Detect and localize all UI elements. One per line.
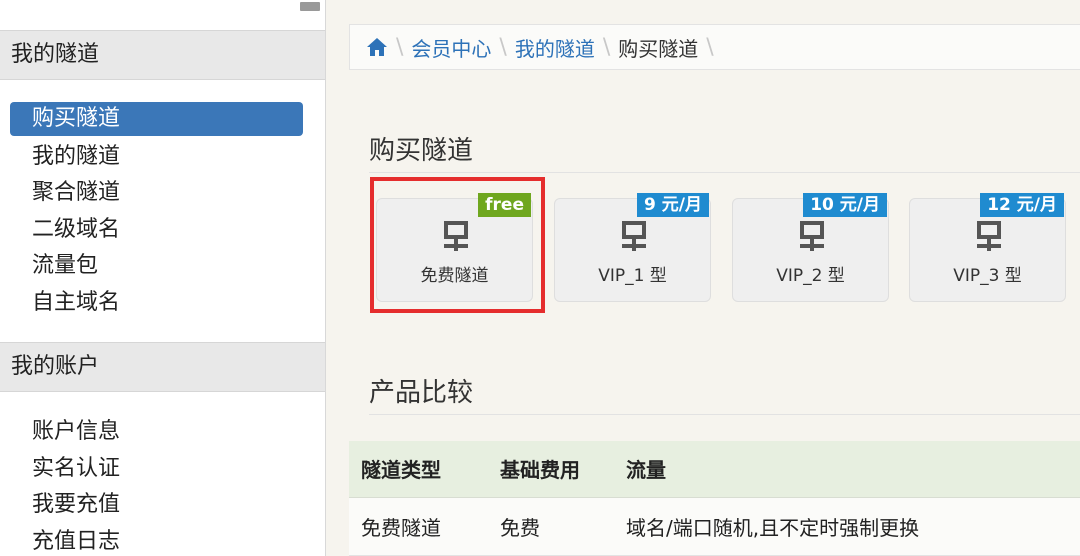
breadcrumb-separator: \ <box>602 34 611 60</box>
column-header-fee: 基础费用 <box>488 441 614 498</box>
table-row: 免费隧道 免费 域名/端口随机,且不定时强制更换 <box>349 497 1080 556</box>
sidebar-item-my-tunnels[interactable]: 我的隧道 <box>10 139 303 176</box>
table-cell: 免费 <box>488 497 614 556</box>
sidebar-item-custom-domain[interactable]: 自主域名 <box>10 285 303 322</box>
home-icon[interactable] <box>366 37 388 57</box>
comparison-table: 隧道类型 基础费用 流量 免费隧道 免费 域名/端口随机,且不定时强制更换 <box>349 441 1080 556</box>
compare-section-title: 产品比较 <box>369 378 474 408</box>
plan-badge: 9 元/月 <box>637 193 709 217</box>
sidebar-tunnels-menu: 购买隧道 我的隧道 聚合隧道 二级域名 流量包 自主域名 <box>0 102 325 321</box>
network-terminal-icon <box>622 221 646 251</box>
sidebar: 我的隧道 购买隧道 我的隧道 聚合隧道 二级域名 流量包 自主域名 我的账户 账… <box>0 0 326 556</box>
plan-badge: free <box>478 193 531 217</box>
breadcrumb-member-center[interactable]: 会员中心 <box>411 33 491 62</box>
breadcrumb-separator: \ <box>396 34 404 60</box>
breadcrumb-separator: \ <box>499 34 507 60</box>
sidebar-item-verification[interactable]: 实名认证 <box>10 451 303 488</box>
column-header-traffic: 流量 <box>614 441 1080 498</box>
plan-badge: 10 元/月 <box>803 193 887 217</box>
sidebar-item-account-info[interactable]: 账户信息 <box>10 414 303 451</box>
plan-label: VIP_1 型 <box>598 266 667 286</box>
sidebar-item-subdomain[interactable]: 二级域名 <box>10 212 303 249</box>
plan-card-vip3[interactable]: 12 元/月 VIP_3 型 <box>909 193 1066 302</box>
plan-card-vip1[interactable]: 9 元/月 VIP_1 型 <box>554 193 711 302</box>
breadcrumb-separator: \ <box>706 34 714 60</box>
breadcrumb-current: 购买隧道 <box>618 36 699 61</box>
divider <box>369 172 1080 173</box>
breadcrumb: \ 会员中心 \ 我的隧道 \ 购买隧道 \ <box>349 24 1080 70</box>
table-cell: 域名/端口随机,且不定时强制更换 <box>614 497 1080 556</box>
plan-card-vip2[interactable]: 10 元/月 VIP_2 型 <box>732 193 889 302</box>
table-header-row: 隧道类型 基础费用 流量 <box>349 441 1080 498</box>
column-header-type: 隧道类型 <box>349 441 488 498</box>
plan-badge: 12 元/月 <box>980 193 1064 217</box>
sidebar-item-recharge-log[interactable]: 充值日志 <box>10 524 303 556</box>
network-terminal-icon <box>444 221 468 251</box>
sidebar-collapse-icon[interactable] <box>300 2 320 11</box>
purchase-section-title: 购买隧道 <box>369 136 474 166</box>
plan-label: 免费隧道 <box>420 266 489 286</box>
divider <box>369 414 1080 415</box>
sidebar-item-buy-tunnel[interactable]: 购买隧道 <box>10 102 303 136</box>
sidebar-section-tunnels-title: 我的隧道 <box>0 30 325 80</box>
plan-label: VIP_2 型 <box>776 266 845 286</box>
sidebar-account-menu: 账户信息 实名认证 我要充值 充值日志 <box>0 414 325 556</box>
breadcrumb-my-tunnels[interactable]: 我的隧道 <box>515 33 595 62</box>
sidebar-item-traffic-pack[interactable]: 流量包 <box>10 248 303 285</box>
sidebar-item-recharge[interactable]: 我要充值 <box>10 487 303 524</box>
sidebar-section-account-title: 我的账户 <box>0 342 325 392</box>
plan-card-free[interactable]: free 免费隧道 <box>376 193 533 302</box>
table-cell: 免费隧道 <box>349 497 488 556</box>
network-terminal-icon <box>800 221 824 251</box>
plan-label: VIP_3 型 <box>953 266 1022 286</box>
sidebar-item-aggregate-tunnels[interactable]: 聚合隧道 <box>10 175 303 212</box>
network-terminal-icon <box>977 221 1001 251</box>
